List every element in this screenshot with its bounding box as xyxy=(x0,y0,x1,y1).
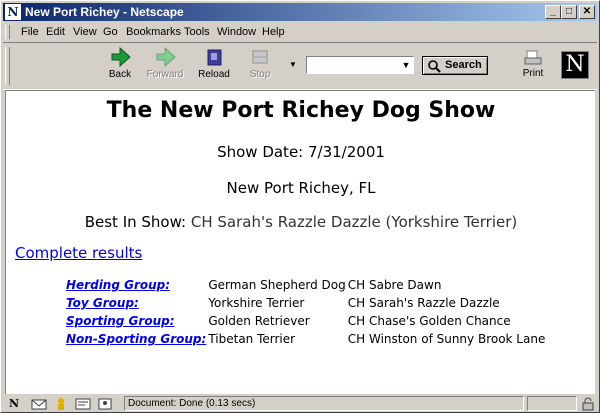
complete-results-link[interactable]: Complete results xyxy=(15,244,142,262)
security-lock-icon[interactable] xyxy=(580,397,596,411)
minimize-button[interactable]: _ xyxy=(545,5,561,19)
reload-button[interactable]: Reload xyxy=(191,45,237,85)
status-bar: N Document: Done (0.13 secs) xyxy=(3,396,597,412)
magnifier-icon xyxy=(428,60,441,73)
window-title: New Port Richey - Netscape xyxy=(25,5,184,19)
toolbar-dropdown-arrow-icon[interactable]: ▼ xyxy=(289,60,297,69)
composer-icon[interactable] xyxy=(75,397,91,411)
mail-icon[interactable] xyxy=(31,397,47,411)
print-button[interactable]: Print xyxy=(513,45,553,85)
menu-help[interactable]: Help xyxy=(262,26,285,38)
netscape-status-icon[interactable]: N xyxy=(9,397,25,411)
location-dropdown-icon[interactable]: ▼ xyxy=(400,58,412,72)
search-button[interactable]: Search xyxy=(422,56,488,75)
back-arrow-icon xyxy=(111,47,131,67)
maximize-button[interactable]: □ xyxy=(561,5,577,19)
stop-icon xyxy=(252,50,268,64)
netscape-logo-icon[interactable]: N xyxy=(561,51,589,79)
title-bar[interactable]: N New Port Richey - Netscape _ □ ✕ xyxy=(3,3,597,21)
page-title: The New Port Richey Dog Show xyxy=(106,98,496,123)
sporting-group-link[interactable]: Sporting Group: xyxy=(66,314,175,328)
winner-cell: CH Sabre Dawn xyxy=(347,278,442,292)
group-results-table: Herding Group: German Shepherd Dog CH Sa… xyxy=(66,276,547,348)
toy-group-link[interactable]: Toy Group: xyxy=(66,296,139,310)
status-text: Document: Done (0.13 secs) xyxy=(124,396,524,411)
menu-tools[interactable]: Tools xyxy=(184,26,210,38)
forward-arrow-icon xyxy=(156,47,176,67)
show-date: Show Date: 7/31/2001 xyxy=(217,143,385,161)
print-label: Print xyxy=(522,68,544,79)
instant-messenger-icon[interactable] xyxy=(53,397,69,411)
stop-button[interactable]: Stop xyxy=(237,45,283,85)
address-book-icon[interactable] xyxy=(97,397,113,411)
page-content: The New Port Richey Dog Show Show Date: … xyxy=(5,90,595,394)
forward-label: Forward xyxy=(146,69,184,80)
best-in-show-value: CH Sarah's Razzle Dazzle (Yorkshire Terr… xyxy=(190,213,518,231)
back-button[interactable]: Back xyxy=(97,45,143,85)
menubar-grip[interactable] xyxy=(5,25,10,39)
herding-group-link[interactable]: Herding Group: xyxy=(66,278,170,292)
back-label: Back xyxy=(108,69,132,80)
winner-cell: CH Sarah's Razzle Dazzle xyxy=(347,296,500,310)
winner-cell: CH Chase's Golden Chance xyxy=(347,314,511,328)
progress-indicator xyxy=(527,396,577,411)
close-button[interactable]: ✕ xyxy=(579,5,595,19)
table-row: Herding Group: German Shepherd Dog CH Sa… xyxy=(66,276,547,294)
table-row: Sporting Group: Golden Retriever CH Chas… xyxy=(66,312,547,330)
menu-edit[interactable]: Edit xyxy=(46,26,65,38)
netscape-n-icon[interactable]: N xyxy=(5,4,21,20)
table-row: Non-Sporting Group: Tibetan Terrier CH W… xyxy=(66,330,547,348)
breed-cell: Yorkshire Terrier xyxy=(208,296,305,310)
best-in-show: Best In Show: CH Sarah's Razzle Dazzle (… xyxy=(6,213,596,231)
menu-bar: File Edit View Go Bookmarks Tools Window… xyxy=(3,23,597,41)
search-label: Search xyxy=(445,59,482,71)
printer-icon xyxy=(524,50,542,65)
forward-button[interactable]: Forward xyxy=(142,45,188,85)
menu-go[interactable]: Go xyxy=(103,26,118,38)
winner-cell: CH Winston of Sunny Brook Lane xyxy=(347,332,546,346)
stop-label: Stop xyxy=(249,69,271,80)
browser-window: N New Port Richey - Netscape _ □ ✕ File … xyxy=(0,0,600,413)
non-sporting-group-link[interactable]: Non-Sporting Group: xyxy=(66,332,206,346)
menu-file[interactable]: File xyxy=(21,26,39,38)
menu-bookmarks[interactable]: Bookmarks xyxy=(126,26,181,38)
reload-label: Reload xyxy=(198,69,230,80)
breed-cell: Tibetan Terrier xyxy=(208,332,296,346)
breed-cell: German Shepherd Dog xyxy=(208,278,346,292)
toolbar-grip[interactable] xyxy=(5,47,10,85)
menu-window[interactable]: Window xyxy=(217,26,256,38)
breed-cell: Golden Retriever xyxy=(208,314,310,328)
table-row: Toy Group: Yorkshire Terrier CH Sarah's … xyxy=(66,294,547,312)
reload-icon xyxy=(207,49,222,66)
best-in-show-label: Best In Show: xyxy=(84,213,187,231)
location-input[interactable]: ▼ xyxy=(306,56,414,74)
menu-view[interactable]: View xyxy=(73,26,97,38)
navigation-toolbar: Back Forward Reload Stop ▼ ▼ Search Prin… xyxy=(3,42,597,90)
show-location: New Port Richey, FL xyxy=(226,179,376,197)
